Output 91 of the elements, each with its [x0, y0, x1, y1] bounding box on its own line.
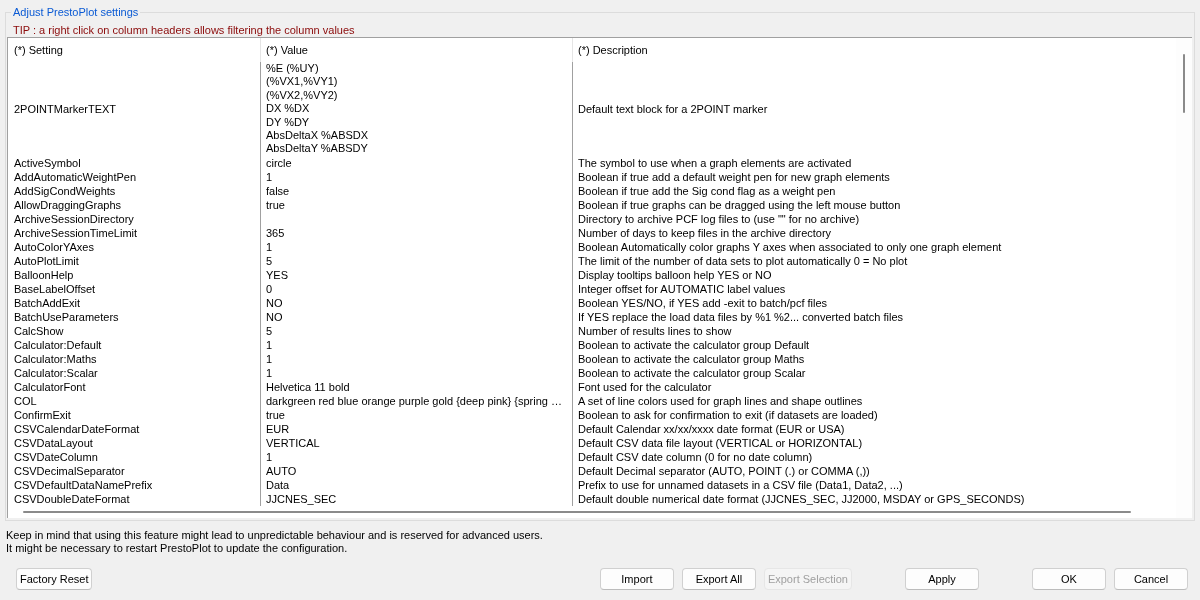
scrollbar-thumb[interactable] [1183, 54, 1185, 113]
table-cell-text: Default double numerical date format (JJCNES_SEC, JJ2000, MSDAY or GPS_SECONDS) [577, 491, 1026, 506]
table-cell: CalculatorFont [8, 379, 261, 394]
table-cell-text: Boolean if true add the Sig cond flag as a weight pen [577, 183, 837, 198]
table-cell: EUR [261, 421, 573, 436]
table-cell-text: Integer offset for AUTOMATIC label values [577, 281, 787, 296]
cancel-button[interactable]: Cancel [1114, 567, 1188, 590]
table-cell: NO [261, 295, 573, 310]
table-cell: 0 [261, 281, 573, 296]
table-cell: darkgreen red blue orange purple gold {deep pink} {spring … [261, 393, 573, 408]
table-cell: CalcShow [8, 323, 261, 338]
table-cell-text: Default CSV data file layout (VERTICAL or HORIZONTAL) [577, 435, 864, 450]
tip-text: TIP : a right click on column headers allows filtering the column values [12, 23, 356, 37]
warning-text: Keep in mind that using this feature might lead to unpredictable behaviour and is reserved for advanced users. [6, 529, 544, 543]
table-cell-text: Boolean to activate the calculator group Default [577, 337, 811, 352]
table-cell-text: Boolean to activate the calculator group Maths [577, 351, 806, 366]
table-cell: CSVDoubleDateFormat [8, 491, 261, 506]
table-cell-text: The limit of the number of data sets to plot automatically 0 = No plot [577, 253, 909, 268]
table-cell: BalloonHelp [8, 267, 261, 282]
table-cell: AutoColorYAxes [8, 239, 261, 254]
table-cell: AutoPlotLimit [8, 253, 261, 268]
table-cell: 365 [261, 225, 573, 240]
table-cell: Data [261, 477, 573, 492]
table-cell: AllowDraggingGraphs [8, 197, 261, 212]
table-cell: 1 [261, 365, 573, 380]
table-cell-text: Prefix to use for unnamed datasets in a CSV file (Data1, Data2, ...) [577, 477, 904, 492]
table-cell-text: Default Calendar xx/xx/xxxx date format (EUR or USA) [577, 421, 846, 436]
table-cell: ArchiveSessionTimeLimit [8, 225, 261, 240]
table-cell-text: Default CSV date column (0 for no date column) [577, 449, 814, 464]
table-cell: 5 [261, 253, 573, 268]
table-cell: 1 [261, 169, 573, 184]
table-cell: CSVDataLayout [8, 435, 261, 450]
table-cell: 1 [261, 337, 573, 352]
group-title: Adjust PrestoPlot settings [12, 5, 140, 19]
table-cell-text: Boolean YES/NO, if YES add -exit to batch/pcf files [577, 295, 829, 310]
table-cell-text: Boolean to activate the calculator group Scalar [577, 365, 807, 380]
table-cell: ConfirmExit [8, 407, 261, 422]
table-cell: 2POINTMarkerTEXT [8, 62, 261, 156]
table-cell-text: Display tooltips balloon help YES or NO [577, 267, 773, 282]
factory-reset-button[interactable]: Factory Reset [16, 567, 93, 590]
table-cell: AUTO [261, 463, 573, 478]
table-cell-text: Boolean if true add a default weight pen for new graph elements [577, 169, 891, 184]
table-cell: CSVDateColumn [8, 449, 261, 464]
table-cell: BatchAddExit [8, 295, 261, 310]
table-cell: BatchUseParameters [8, 309, 261, 324]
table-cell-text: Boolean to ask for confirmation to exit (if datasets are loaded) [577, 407, 879, 422]
column-header[interactable]: (*) Description [573, 38, 1176, 62]
table-cell-text: Number of results lines to show [577, 323, 733, 338]
import-button[interactable]: Import [599, 567, 674, 590]
table-cell: CSVCalendarDateFormat [8, 421, 261, 436]
table-cell: Calculator:Scalar [8, 365, 261, 380]
table-cell: true [261, 197, 573, 212]
export-all-button[interactable]: Export All [681, 567, 756, 590]
table-cell-text: Default text block for a 2POINT marker [577, 101, 769, 117]
table-cell-text: If YES replace the load data files by %1 %2... converted batch files [577, 309, 905, 324]
table-cell: AddAutomaticWeightPen [8, 169, 261, 184]
table-cell: VERTICAL [261, 435, 573, 450]
table-cell: circle [261, 155, 573, 170]
table-cell-text: Directory to archive PCF log files to (use "" for no archive) [577, 211, 861, 226]
table-cell-text: A set of line colors used for graph lines and shape outlines [577, 393, 864, 408]
table-cell: COL [8, 393, 261, 408]
table-cell: 5 [261, 323, 573, 338]
warning-text: It might be necessary to restart PrestoPlot to update the configuration. [6, 542, 349, 556]
table-cell-text: Font used for the calculator [577, 379, 713, 394]
scrollbar-thumb[interactable] [23, 510, 1131, 513]
table-cell: ArchiveSessionDirectory [8, 211, 261, 226]
apply-button[interactable]: Apply [905, 567, 979, 590]
table-cell: 1 [261, 239, 573, 254]
table-cell: YES [261, 267, 573, 282]
column-header[interactable]: (*) Value [261, 38, 573, 62]
column-header[interactable]: (*) Setting [8, 38, 261, 62]
table-cell: AddSigCondWeights [8, 183, 261, 198]
table-cell-text: Default Decimal separator (AUTO, POINT (.) or COMMA (,)) [577, 463, 871, 478]
table-cell: Calculator:Maths [8, 351, 261, 366]
ok-button[interactable]: OK [1032, 567, 1106, 590]
table-cell: false [261, 183, 573, 198]
table-cell: JJCNES_SEC [261, 491, 573, 506]
table-cell: NO [261, 309, 573, 324]
table-cell-text: The symbol to use when a graph elements are activated [577, 155, 853, 170]
table-cell: BaseLabelOffset [8, 281, 261, 296]
table-cell-text: Number of days to keep files in the archive directory [577, 225, 833, 240]
table-cell: Helvetica 11 bold [261, 379, 573, 394]
table-cell-text: Boolean if true graphs can be dragged using the left mouse button [577, 197, 902, 212]
table-cell: true [261, 407, 573, 422]
table-cell: ActiveSymbol [8, 155, 261, 170]
table-cell: CSVDefaultDataNamePrefix [8, 477, 261, 492]
table-cell: Calculator:Default [8, 337, 261, 352]
table-cell-text: Boolean Automatically color graphs Y axes when associated to only one graph element [577, 239, 1003, 254]
table-cell: 1 [261, 449, 573, 464]
table-cell: CSVDecimalSeparator [8, 463, 261, 478]
table-cell: 1 [261, 351, 573, 366]
